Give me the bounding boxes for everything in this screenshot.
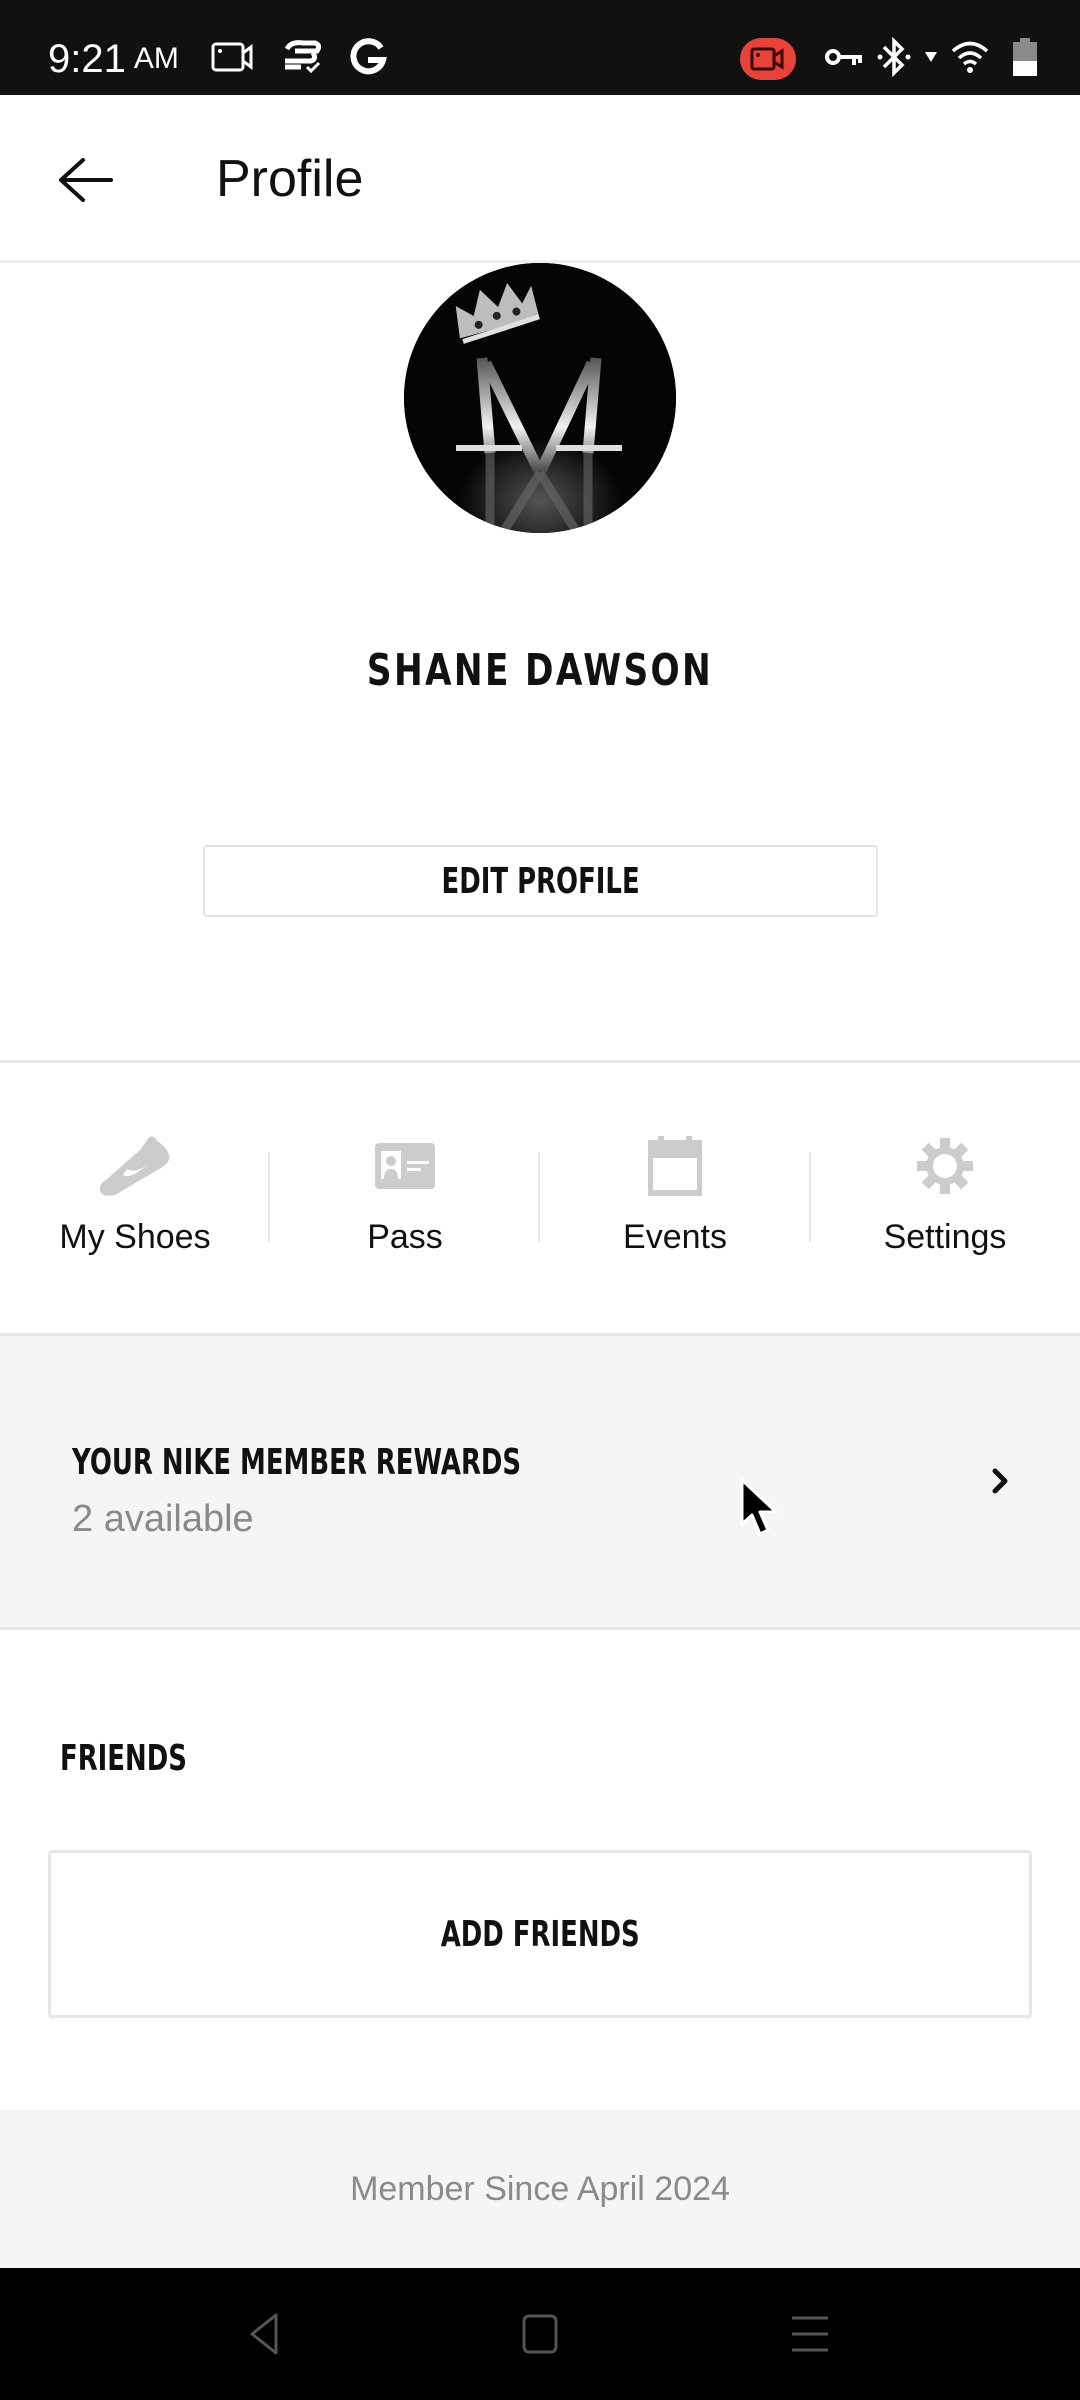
- chevron-right-icon: [985, 1461, 1015, 1501]
- avatar[interactable]: [404, 263, 676, 533]
- status-right: [740, 34, 1038, 84]
- gear-icon: [917, 1135, 973, 1197]
- quick-link-my-shoes[interactable]: My Shoes: [0, 1063, 270, 1333]
- system-nav-bar: [0, 2268, 1080, 2400]
- quick-link-pass[interactable]: Pass: [270, 1063, 540, 1333]
- add-friends-button[interactable]: ADD FRIENDS: [48, 1850, 1032, 2018]
- monogram-avatar-image: [404, 263, 676, 533]
- cloud-sync-icon: [281, 39, 323, 80]
- back-button[interactable]: [50, 145, 120, 215]
- wifi-icon: [950, 40, 990, 79]
- clock-ampm: AM: [133, 42, 179, 75]
- member-rewards-row[interactable]: YOUR NIKE MEMBER REWARDS 2 available: [0, 1333, 1080, 1630]
- add-friends-label: ADD FRIENDS: [440, 1913, 640, 1955]
- quick-link-events[interactable]: Events: [540, 1063, 810, 1333]
- shoe-icon: [97, 1135, 173, 1197]
- id-card-icon: [375, 1135, 435, 1197]
- quick-link-separator: [268, 1152, 270, 1242]
- clock-time: 9:21: [48, 36, 126, 81]
- app-header: Profile: [0, 95, 1080, 263]
- quick-link-label: My Shoes: [59, 1218, 211, 1256]
- bluetooth-icon: [876, 36, 912, 82]
- vpn-key-icon: [824, 44, 864, 75]
- nav-recents-button[interactable]: [780, 2304, 840, 2364]
- quick-link-separator: [809, 1152, 811, 1242]
- quick-link-label: Events: [623, 1218, 727, 1256]
- rewards-title: YOUR NIKE MEMBER REWARDS: [72, 1442, 522, 1483]
- edit-profile-button[interactable]: EDIT PROFILE: [203, 845, 878, 917]
- quick-links: My Shoes Pass Events Settings: [0, 1063, 1080, 1333]
- nav-back-button[interactable]: [236, 2304, 296, 2364]
- rewards-available-count: 2 available: [72, 1498, 254, 1540]
- screen-record-icon: [211, 41, 255, 78]
- quick-link-separator: [538, 1152, 540, 1242]
- mouse-cursor-icon: [738, 1478, 782, 1542]
- edit-profile-label: EDIT PROFILE: [441, 860, 640, 902]
- friends-heading: FRIENDS: [60, 1738, 187, 1779]
- user-name: SHANE DAWSON: [366, 645, 714, 696]
- status-left: 9:21 AM: [48, 34, 413, 84]
- status-bar: 9:21 AM: [0, 0, 1080, 95]
- recording-indicator-icon: [740, 38, 796, 80]
- data-arrow-icon: [924, 50, 938, 69]
- page-title: Profile: [216, 150, 364, 208]
- nav-back-icon: [250, 2313, 278, 2355]
- member-since-text: Member Since April 2024: [350, 2169, 730, 2208]
- quick-link-label: Pass: [367, 1218, 443, 1256]
- calendar-icon: [648, 1135, 702, 1197]
- quick-link-settings[interactable]: Settings: [810, 1063, 1080, 1333]
- nav-home-button[interactable]: [510, 2304, 570, 2364]
- google-icon: [349, 37, 387, 81]
- member-since-footer: Member Since April 2024: [0, 2110, 1080, 2268]
- nav-home-icon: [522, 2314, 558, 2354]
- battery-icon: [1012, 37, 1038, 82]
- nav-recents-icon: [792, 2316, 828, 2352]
- arrow-left-icon: [59, 158, 113, 202]
- quick-link-label: Settings: [883, 1218, 1007, 1256]
